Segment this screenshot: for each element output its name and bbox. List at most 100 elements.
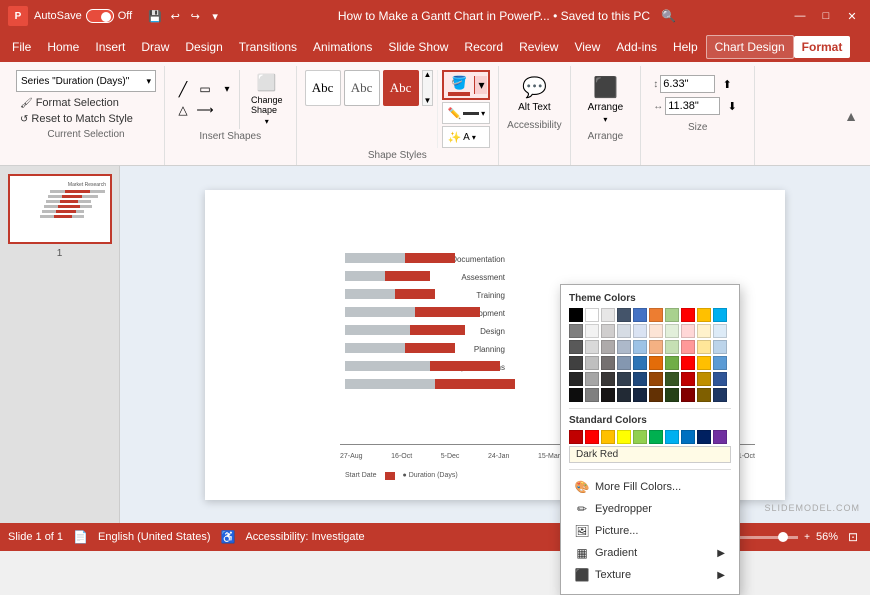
color-swatch[interactable] bbox=[617, 324, 631, 338]
shape-styles-more[interactable]: ▲ ▼ bbox=[422, 70, 434, 106]
shape-triangle-tool[interactable]: △ bbox=[173, 100, 193, 120]
color-swatch[interactable] bbox=[681, 388, 695, 402]
slide-content-area[interactable]: Documentation Assessment Training Develo… bbox=[120, 166, 870, 523]
menu-transitions[interactable]: Transitions bbox=[231, 36, 305, 58]
menu-draw[interactable]: Draw bbox=[133, 36, 177, 58]
std-color-swatch[interactable] bbox=[617, 430, 631, 444]
color-swatch[interactable] bbox=[601, 308, 615, 322]
autosave-toggle[interactable] bbox=[86, 9, 114, 23]
shape-effects-button[interactable]: ✨ A ▾ bbox=[442, 126, 490, 148]
color-swatch[interactable] bbox=[681, 372, 695, 386]
texture-item[interactable]: ⬛ Texture ▶ bbox=[569, 564, 731, 586]
color-swatch[interactable] bbox=[601, 388, 615, 402]
std-color-swatch[interactable] bbox=[665, 430, 679, 444]
color-swatch[interactable] bbox=[617, 308, 631, 322]
color-swatch[interactable] bbox=[569, 308, 583, 322]
std-color-swatch[interactable] bbox=[601, 430, 615, 444]
gantt-bar-training-red[interactable] bbox=[395, 289, 435, 299]
alt-text-button[interactable]: 💬 Alt Text bbox=[509, 70, 560, 118]
menu-animations[interactable]: Animations bbox=[305, 36, 380, 58]
color-swatch[interactable] bbox=[569, 324, 583, 338]
color-swatch[interactable] bbox=[665, 372, 679, 386]
menu-record[interactable]: Record bbox=[456, 36, 511, 58]
color-swatch[interactable] bbox=[697, 340, 711, 354]
std-color-swatch[interactable] bbox=[713, 430, 727, 444]
format-selection-button[interactable]: 🖌 Format Selection bbox=[16, 95, 156, 111]
fill-main[interactable]: 🪣 bbox=[444, 73, 474, 98]
color-swatch[interactable] bbox=[633, 324, 647, 338]
fit-slide-button[interactable]: ⊡ bbox=[844, 528, 862, 546]
menu-format[interactable]: Format bbox=[794, 36, 851, 58]
std-color-swatch[interactable] bbox=[649, 430, 663, 444]
std-color-swatch[interactable] bbox=[585, 430, 599, 444]
shape-fill-button[interactable]: 🪣 ▾ bbox=[442, 70, 490, 100]
shape-more-tool[interactable]: ▾ bbox=[217, 79, 237, 99]
undo-qa-button[interactable]: ↩ bbox=[166, 7, 184, 25]
color-swatch[interactable] bbox=[569, 388, 583, 402]
color-swatch[interactable] bbox=[713, 388, 727, 402]
color-swatch[interactable] bbox=[713, 372, 727, 386]
shape-outline-button[interactable]: ✏️ ▾ bbox=[442, 102, 490, 124]
color-swatch[interactable] bbox=[649, 388, 663, 402]
color-swatch[interactable] bbox=[585, 356, 599, 370]
color-swatch[interactable] bbox=[585, 388, 599, 402]
color-swatch[interactable] bbox=[665, 388, 679, 402]
gantt-bar-planning-red[interactable] bbox=[405, 343, 455, 353]
menu-addins[interactable]: Add-ins bbox=[608, 36, 665, 58]
color-swatch[interactable] bbox=[649, 308, 663, 322]
shape-line-tool[interactable]: ╱ bbox=[173, 79, 193, 99]
gantt-bar-design-red[interactable] bbox=[410, 325, 465, 335]
color-swatch[interactable] bbox=[633, 356, 647, 370]
color-swatch[interactable] bbox=[585, 340, 599, 354]
color-swatch[interactable] bbox=[601, 340, 615, 354]
maximize-button[interactable]: □ bbox=[816, 6, 836, 26]
std-color-swatch[interactable] bbox=[681, 430, 695, 444]
fill-dropdown-arrow[interactable]: ▾ bbox=[474, 76, 487, 94]
slide-thumbnail-1[interactable]: Market Research bbox=[8, 174, 112, 244]
color-swatch[interactable] bbox=[569, 372, 583, 386]
minimize-button[interactable]: — bbox=[790, 6, 810, 26]
gantt-bar-doc-red[interactable] bbox=[405, 253, 455, 263]
color-swatch[interactable] bbox=[633, 308, 647, 322]
shape-style-2[interactable]: Abc bbox=[344, 70, 380, 106]
shape-style-3[interactable]: Abc bbox=[383, 70, 419, 106]
color-swatch[interactable] bbox=[569, 356, 583, 370]
color-swatch[interactable] bbox=[665, 324, 679, 338]
color-swatch[interactable] bbox=[585, 308, 599, 322]
menu-slideshow[interactable]: Slide Show bbox=[380, 36, 456, 58]
color-swatch[interactable] bbox=[601, 324, 615, 338]
close-button[interactable]: ✕ bbox=[842, 6, 862, 26]
more-fill-colors-item[interactable]: 🎨 More Fill Colors... bbox=[569, 476, 731, 498]
change-shape-button[interactable]: ⬜ ChangeShape ▾ bbox=[246, 70, 288, 129]
color-swatch[interactable] bbox=[585, 372, 599, 386]
color-swatch[interactable] bbox=[713, 356, 727, 370]
menu-file[interactable]: File bbox=[4, 36, 39, 58]
color-swatch[interactable] bbox=[633, 388, 647, 402]
color-swatch[interactable] bbox=[665, 308, 679, 322]
std-color-swatch[interactable] bbox=[633, 430, 647, 444]
color-swatch[interactable] bbox=[697, 356, 711, 370]
gantt-bar-dev-red[interactable] bbox=[415, 307, 480, 317]
color-swatch[interactable] bbox=[633, 340, 647, 354]
shape-arrow-tool[interactable]: ⟶ bbox=[195, 100, 215, 120]
menu-design[interactable]: Design bbox=[177, 36, 230, 58]
menu-home[interactable]: Home bbox=[39, 36, 87, 58]
menu-insert[interactable]: Insert bbox=[87, 36, 133, 58]
color-swatch[interactable] bbox=[617, 388, 631, 402]
color-swatch[interactable] bbox=[681, 356, 695, 370]
color-swatch[interactable] bbox=[601, 356, 615, 370]
color-swatch[interactable] bbox=[617, 340, 631, 354]
color-swatch[interactable] bbox=[569, 340, 583, 354]
gradient-item[interactable]: ▦ Gradient ▶ bbox=[569, 542, 731, 564]
std-color-swatch[interactable] bbox=[569, 430, 583, 444]
arrange-button[interactable]: ⬛ Arrange ▾ bbox=[579, 70, 633, 129]
eyedropper-item[interactable]: ✏ Eyedropper bbox=[569, 498, 731, 520]
color-swatch[interactable] bbox=[617, 372, 631, 386]
reset-match-style-button[interactable]: ↺ Reset to Match Style bbox=[16, 111, 156, 127]
color-swatch[interactable] bbox=[697, 308, 711, 322]
color-swatch[interactable] bbox=[649, 324, 663, 338]
color-swatch[interactable] bbox=[697, 388, 711, 402]
color-swatch[interactable] bbox=[665, 340, 679, 354]
color-swatch[interactable] bbox=[713, 324, 727, 338]
color-swatch[interactable] bbox=[649, 372, 663, 386]
